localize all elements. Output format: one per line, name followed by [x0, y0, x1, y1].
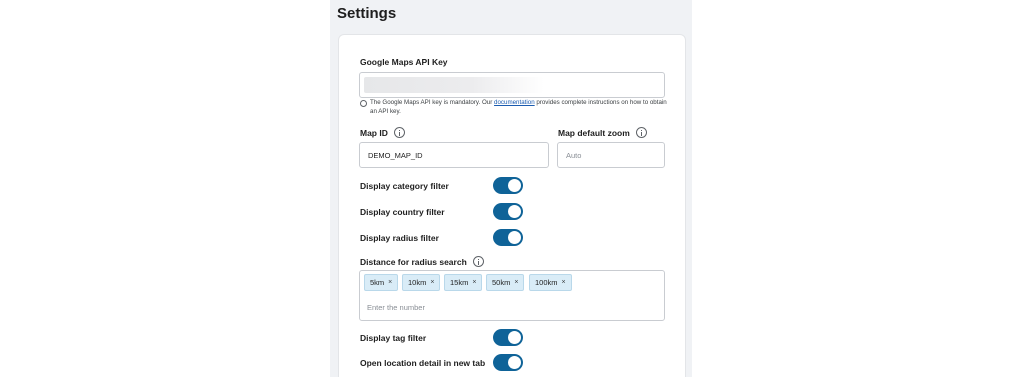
- map-zoom-label-text: Map default zoom: [558, 127, 630, 138]
- new-tab-toggle[interactable]: [493, 354, 523, 371]
- new-tab-label: Open location detail in new tab: [360, 358, 486, 368]
- map-id-label-text: Map ID: [360, 127, 388, 138]
- radius-distance-label-text: Distance for radius search: [360, 256, 467, 267]
- map-id-label: Map ID: [360, 127, 405, 138]
- distance-tag: 15km ×: [444, 274, 483, 291]
- distance-tag-label: 100km: [535, 278, 558, 287]
- distance-tag-label: 10km: [408, 278, 427, 287]
- radius-distance-label: Distance for radius search: [360, 256, 484, 267]
- info-icon[interactable]: [393, 127, 405, 138]
- radius-filter-label: Display radius filter: [360, 233, 439, 243]
- api-key-help: The Google Maps API key is mandatory. Ou…: [360, 99, 670, 116]
- map-id-input[interactable]: DEMO_MAP_ID: [359, 142, 549, 168]
- radius-distance-placeholder[interactable]: Enter the number: [367, 303, 425, 312]
- remove-icon[interactable]: ×: [430, 279, 434, 286]
- documentation-link[interactable]: documentation: [494, 99, 535, 106]
- map-zoom-label: Map default zoom: [558, 127, 647, 138]
- info-icon[interactable]: [472, 256, 484, 267]
- radius-filter-toggle[interactable]: [493, 229, 523, 246]
- info-icon: [360, 100, 367, 107]
- category-filter-label: Display category filter: [360, 181, 449, 191]
- remove-icon[interactable]: ×: [472, 279, 476, 286]
- api-key-label: Google Maps API Key: [360, 57, 448, 67]
- api-key-redacted-value: [364, 77, 544, 93]
- page-title: Settings: [337, 5, 397, 22]
- info-icon[interactable]: [635, 127, 647, 138]
- tag-filter-toggle[interactable]: [493, 329, 523, 346]
- country-filter-toggle[interactable]: [493, 203, 523, 220]
- country-filter-label: Display country filter: [360, 207, 445, 217]
- distance-tag: 5km ×: [364, 274, 399, 291]
- distance-tag: 50km ×: [486, 274, 525, 291]
- distance-tag: 100km ×: [529, 274, 572, 291]
- remove-icon[interactable]: ×: [514, 279, 518, 286]
- api-key-help-prefix: The Google Maps API key is mandatory. Ou…: [370, 99, 495, 106]
- distance-tag-label: 5km: [370, 278, 385, 287]
- remove-icon[interactable]: ×: [562, 279, 566, 286]
- category-filter-toggle[interactable]: [493, 177, 523, 194]
- tag-filter-label: Display tag filter: [360, 333, 427, 343]
- map-zoom-input[interactable]: Auto: [557, 142, 665, 168]
- distance-tag-label: 15km: [450, 278, 469, 287]
- remove-icon[interactable]: ×: [388, 279, 392, 286]
- distance-tag-label: 50km: [492, 278, 511, 287]
- distance-tag: 10km ×: [402, 274, 441, 291]
